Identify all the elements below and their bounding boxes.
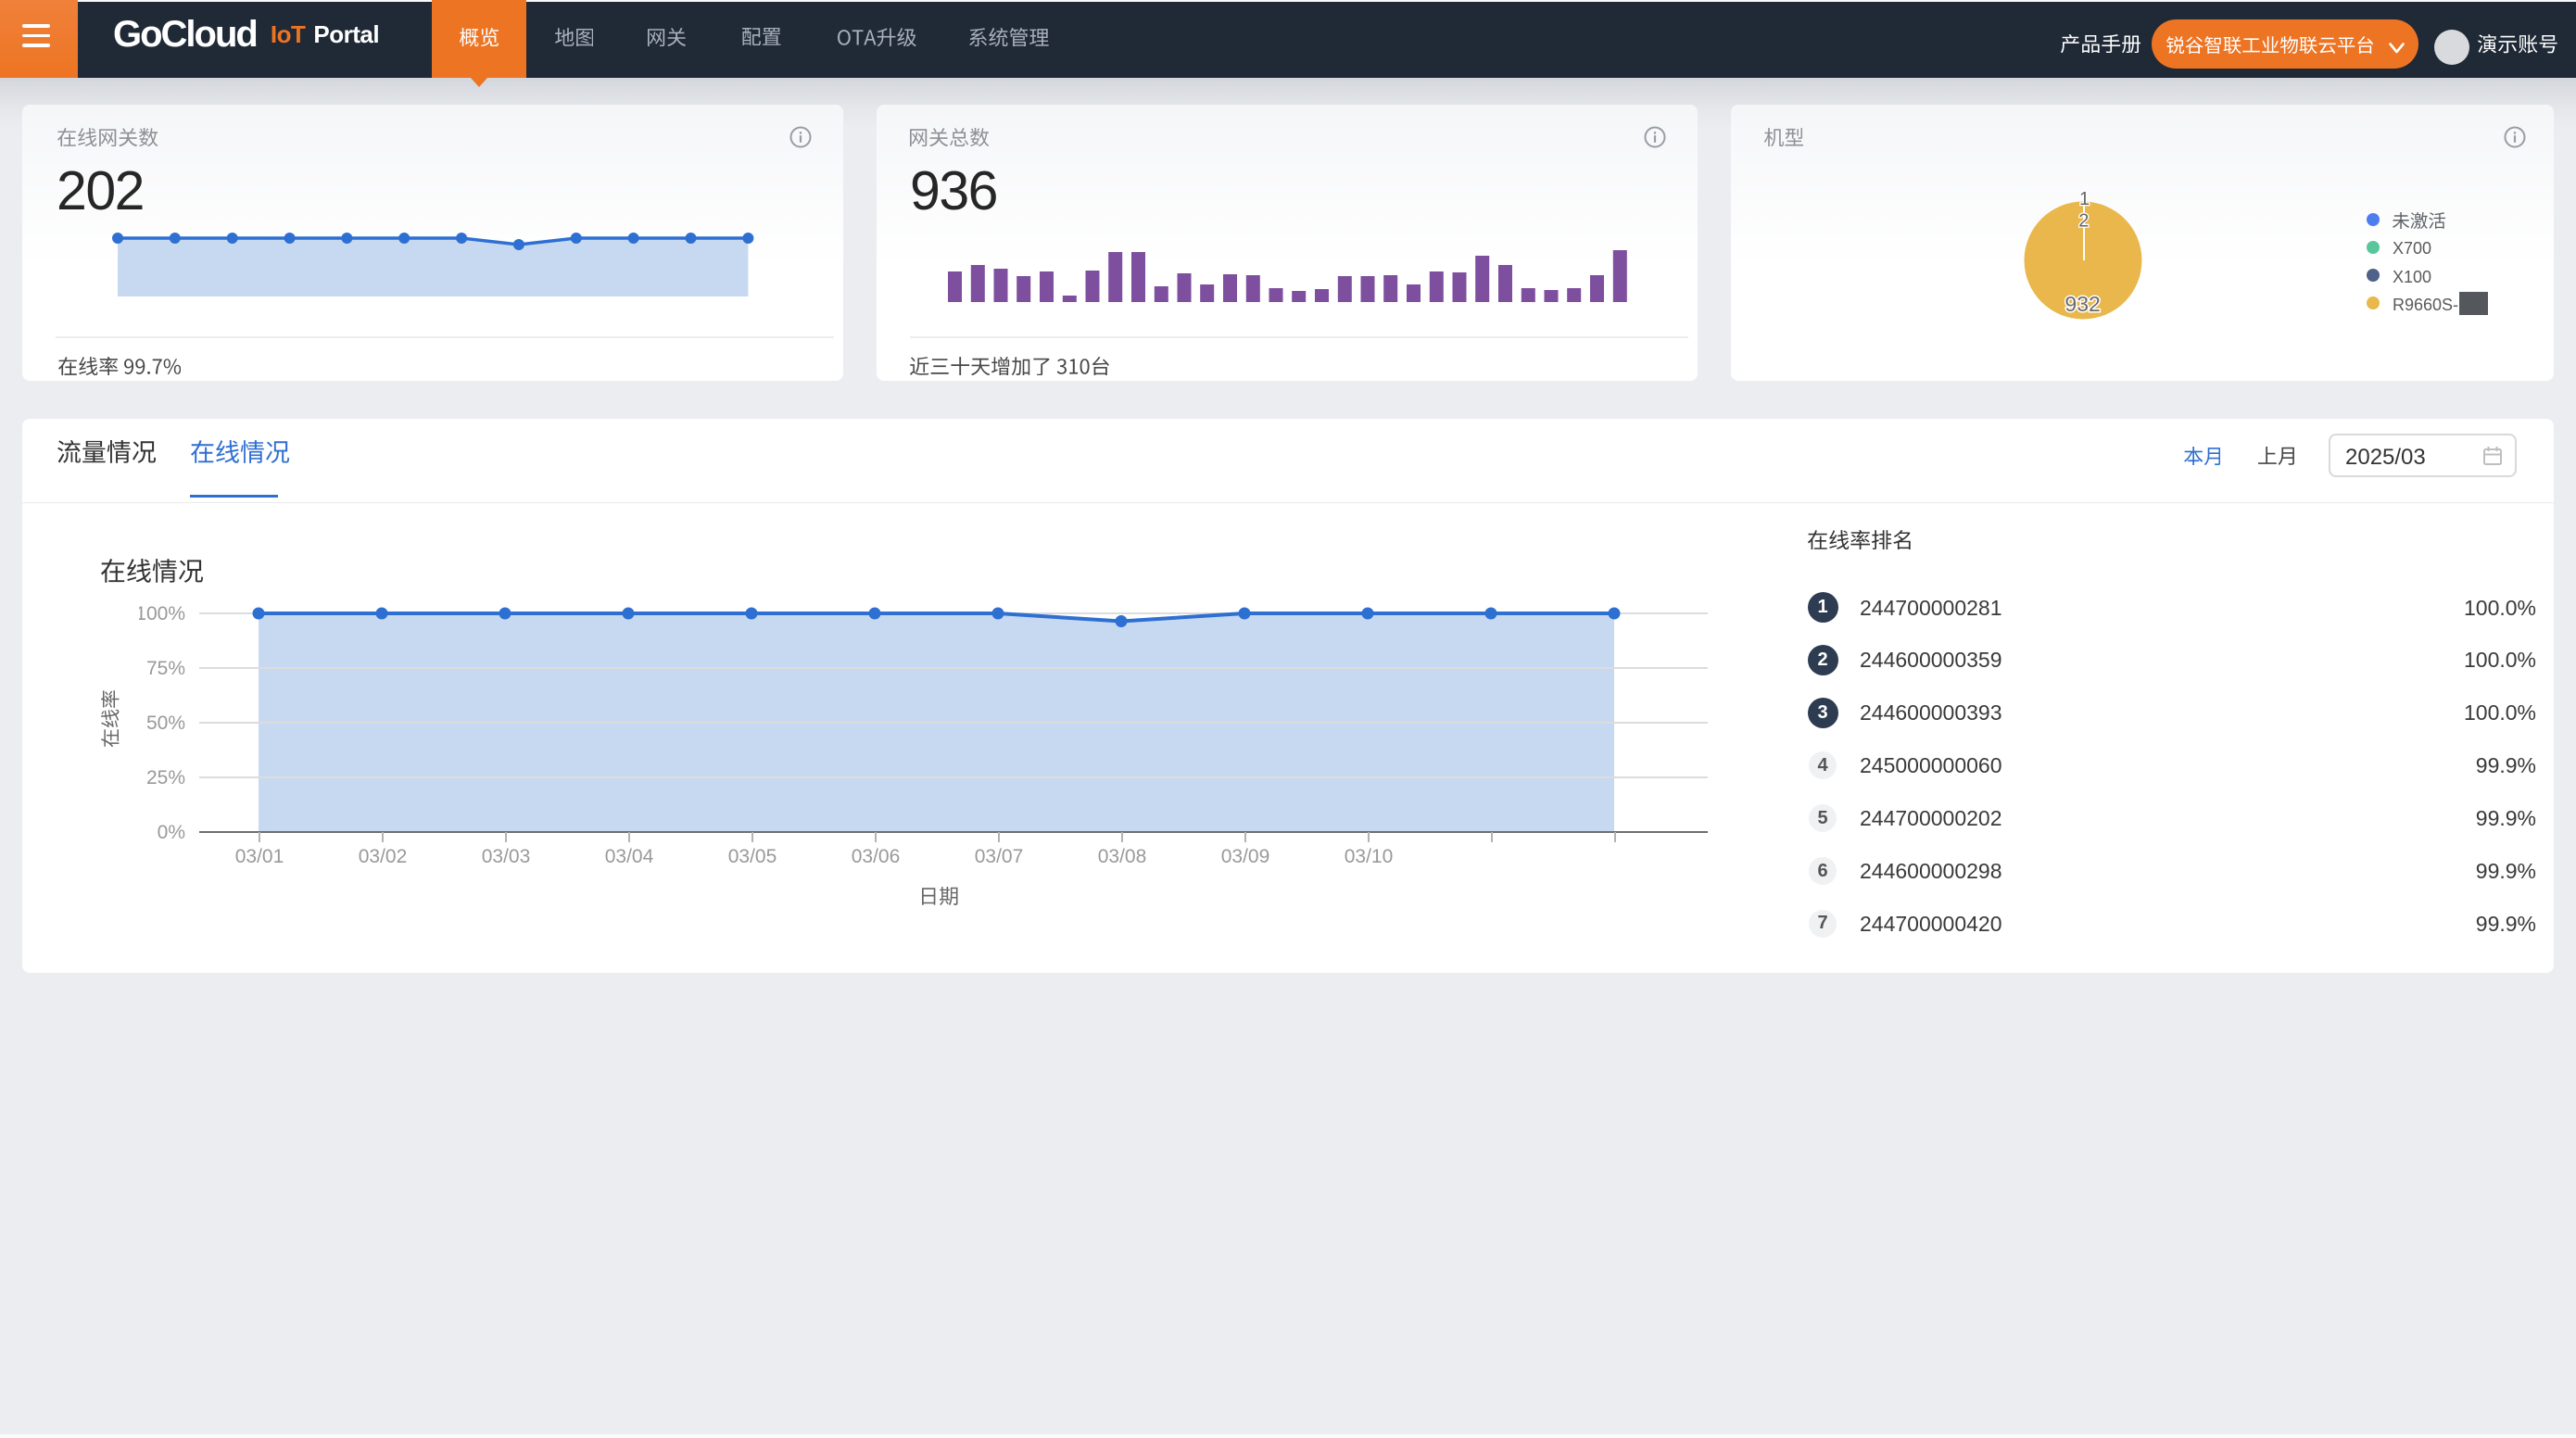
svg-text:03/06: 03/06 — [852, 846, 901, 867]
svg-text:0%: 0% — [158, 822, 185, 843]
svg-text:03/07: 03/07 — [975, 846, 1024, 867]
svg-text:75%: 75% — [146, 658, 185, 679]
svg-text:03/02: 03/02 — [359, 846, 408, 867]
svg-text:03/04: 03/04 — [605, 846, 654, 867]
svg-text:03/01: 03/01 — [235, 846, 284, 867]
svg-text:03/09: 03/09 — [1221, 846, 1270, 867]
svg-text:03/08: 03/08 — [1098, 846, 1147, 867]
svg-text:25%: 25% — [146, 767, 185, 788]
svg-text:100%: 100% — [139, 603, 185, 624]
svg-text:03/10: 03/10 — [1345, 846, 1394, 867]
svg-text:2: 2 — [2078, 211, 2089, 232]
svg-text:03/05: 03/05 — [728, 846, 777, 867]
svg-text:932: 932 — [2065, 292, 2100, 316]
svg-text:1: 1 — [2079, 189, 2090, 209]
svg-text:50%: 50% — [146, 713, 185, 734]
svg-text:03/03: 03/03 — [482, 846, 531, 867]
